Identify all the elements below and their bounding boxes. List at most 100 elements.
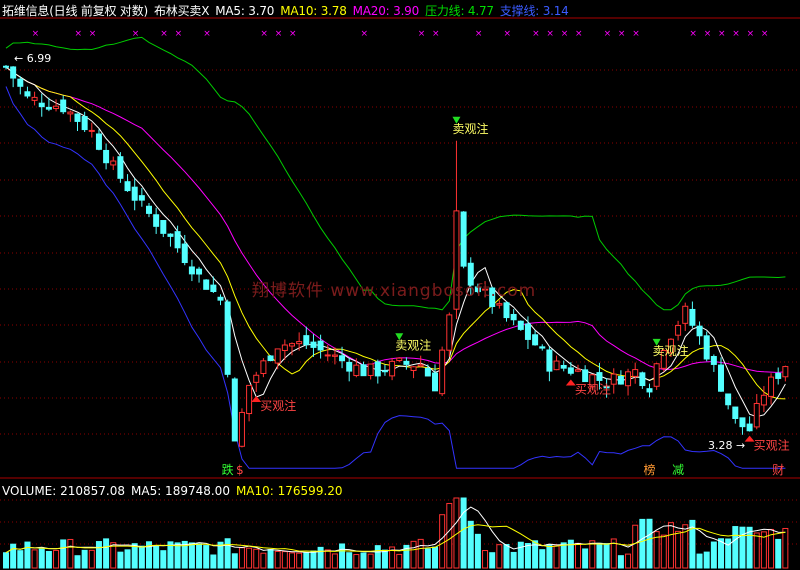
volume-bar (339, 543, 346, 569)
top-signal-mark: × (203, 29, 211, 39)
top-signal-mark: × (732, 29, 740, 39)
top-signal-mark: × (504, 29, 512, 39)
candle-body (324, 354, 331, 357)
candle-body (610, 373, 617, 385)
volume-bar (74, 555, 81, 569)
top-signal-mark: × (761, 29, 769, 39)
candle-body (546, 349, 553, 372)
event-marker: 减 (672, 463, 684, 477)
volume-bar (124, 549, 131, 569)
top-signal-mark: × (632, 29, 640, 39)
sell-signal-label: 卖观注 (653, 343, 689, 358)
volume-bar (482, 550, 489, 569)
volume-bar (346, 552, 353, 569)
candle-body (639, 372, 646, 387)
volume-bar (310, 550, 317, 569)
sell-signal-label: 卖观注 (395, 337, 431, 352)
top-signal-mark: × (532, 29, 540, 39)
top-signal-mark: × (432, 29, 440, 39)
volume-bar (374, 545, 381, 569)
sell-signal-label: 卖观注 (452, 121, 488, 136)
candle-body (203, 279, 210, 290)
candle-body (174, 231, 181, 249)
candle-body (38, 102, 45, 108)
volume-bar (103, 538, 110, 569)
volume-bar (596, 542, 603, 569)
volume-bar (710, 541, 717, 569)
candle-body (417, 364, 424, 367)
buy-signal-label: 买观注 (754, 438, 790, 453)
volume-bar (274, 550, 281, 569)
candle-body (696, 325, 703, 337)
top-signal-mark: × (747, 29, 755, 39)
volume-bar (410, 540, 417, 569)
volume-bar (31, 549, 38, 569)
candle-body (267, 355, 274, 362)
candle-body (210, 284, 217, 293)
candle-body (124, 181, 131, 192)
candle-body (238, 411, 245, 447)
support-line-value: 支撑线: 3.14 (499, 4, 569, 18)
candle-body (167, 233, 174, 237)
volume-bar (439, 514, 446, 569)
event-marker: 财 (772, 463, 784, 477)
volume-header: VOLUME: 210857.08 MA5: 189748.00 MA10: 176… (2, 484, 349, 498)
volume-bar (138, 545, 145, 569)
volume-bar (732, 526, 739, 569)
candle-body (381, 370, 388, 373)
candle-body (496, 303, 503, 306)
volume-bar (432, 546, 438, 569)
candle-body (782, 366, 789, 378)
candle-body (310, 341, 317, 348)
volume-bar (95, 541, 102, 569)
candle-body (24, 91, 31, 97)
candle-body (396, 357, 403, 362)
volume-bar (667, 522, 674, 569)
top-signal-mark: × (475, 29, 483, 39)
candle-body (582, 369, 589, 383)
volume-bar (367, 553, 374, 569)
candle-body (131, 186, 138, 201)
volume-bar (510, 551, 517, 569)
top-signal-mark: × (132, 29, 140, 39)
candle-body (246, 384, 253, 415)
volume-bar (753, 532, 760, 569)
volume-bar (331, 553, 338, 569)
volume-bar (489, 552, 496, 569)
event-marker: 榜 (644, 462, 656, 477)
low-price-label: 3.28 → (708, 439, 745, 452)
candle-body (81, 116, 88, 131)
candle-body (517, 320, 524, 330)
volume-bar (17, 550, 24, 569)
volume-bar (424, 548, 431, 569)
top-signal-mark: × (75, 29, 83, 39)
candle-body (703, 335, 710, 360)
candle-body (260, 360, 267, 374)
candle-body (339, 355, 346, 362)
volume-bar (460, 497, 467, 569)
volume-bar (646, 518, 653, 569)
volume-bar (546, 543, 553, 569)
candle-body (281, 344, 288, 351)
volume-bar (281, 551, 288, 569)
candle-body (95, 133, 102, 150)
volume-bar (360, 552, 367, 569)
volume-bar (38, 548, 45, 569)
candle-body (317, 340, 324, 351)
volume-bar (496, 544, 503, 569)
volume-bar (253, 548, 260, 569)
buy-signal-label: 买观注 (575, 381, 611, 396)
volume-bar (131, 543, 138, 569)
candle-body (224, 301, 231, 375)
stock-title: 拓维信息(日线 前复权 对数) (2, 4, 148, 18)
volume-bar (246, 547, 253, 569)
candle-body (31, 96, 38, 101)
candle-body (510, 313, 517, 321)
volume-bar (396, 553, 403, 569)
volume-bar (381, 549, 388, 569)
top-signal-mark: × (32, 29, 40, 39)
volume-bar (88, 549, 95, 569)
candle-body (196, 268, 203, 275)
candle-body (625, 371, 632, 387)
volume-bar (317, 546, 324, 569)
